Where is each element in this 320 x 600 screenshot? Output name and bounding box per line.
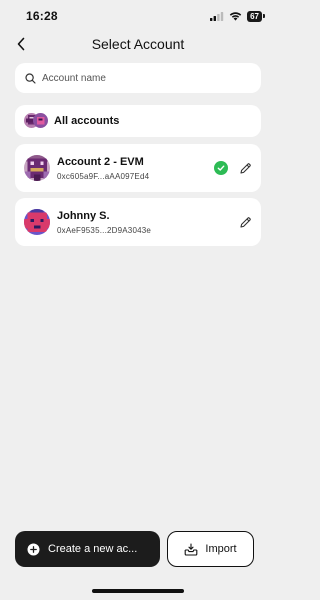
search-input[interactable] [42, 72, 242, 84]
chevron-left-icon [17, 37, 25, 51]
account-info: Johnny S. 0xAeF9535...2D9A3043e [57, 210, 238, 235]
account-actions [214, 161, 252, 175]
back-button[interactable] [10, 32, 32, 56]
all-accounts-item[interactable]: All accounts [15, 105, 261, 137]
plus-circle-icon [27, 543, 40, 555]
import-tray-icon [185, 542, 198, 556]
account-name: Account 2 - EVM [57, 155, 144, 168]
pencil-icon [239, 216, 251, 228]
account-address: 0xAeF9535...2D9A3043e [57, 225, 152, 235]
home-indicator [92, 589, 184, 593]
account-row[interactable]: Account 2 - EVM 0xc605a9F...aAA097Ed4 [15, 144, 261, 192]
account-name: Johnny S. [57, 209, 110, 222]
edit-account-button[interactable] [238, 215, 252, 229]
status-time: 16:28 [26, 9, 58, 23]
header: Select Account [0, 30, 276, 58]
wifi-icon [229, 11, 242, 21]
account-info: Account 2 - EVM 0xc605a9F...aAA097Ed4 [57, 156, 214, 181]
status-icons: 67 [210, 10, 265, 22]
pencil-icon [239, 162, 251, 174]
status-bar: 16:28 67 [0, 0, 276, 32]
import-label: Import [205, 543, 237, 555]
all-accounts-label: All accounts [54, 115, 120, 127]
avatar [24, 155, 50, 181]
account-address: 0xc605a9F...aAA097Ed4 [57, 171, 150, 181]
account-actions [238, 215, 252, 229]
create-account-button[interactable]: Create a new ac... [15, 531, 160, 567]
import-button[interactable]: Import [167, 531, 254, 567]
search-box[interactable] [15, 63, 261, 93]
selected-check-icon [214, 161, 228, 175]
account-row[interactable]: Johnny S. 0xAeF9535...2D9A3043e [15, 198, 261, 246]
edit-account-button[interactable] [238, 161, 252, 175]
stacked-avatars [24, 112, 48, 130]
avatar-mini-2 [33, 113, 48, 128]
page-title: Select Account [91, 36, 185, 52]
signal-icon [210, 11, 224, 21]
battery-icon: 67 [247, 10, 265, 22]
create-account-label: Create a new ac... [48, 543, 138, 555]
avatar [24, 209, 50, 235]
search-icon [25, 72, 36, 84]
